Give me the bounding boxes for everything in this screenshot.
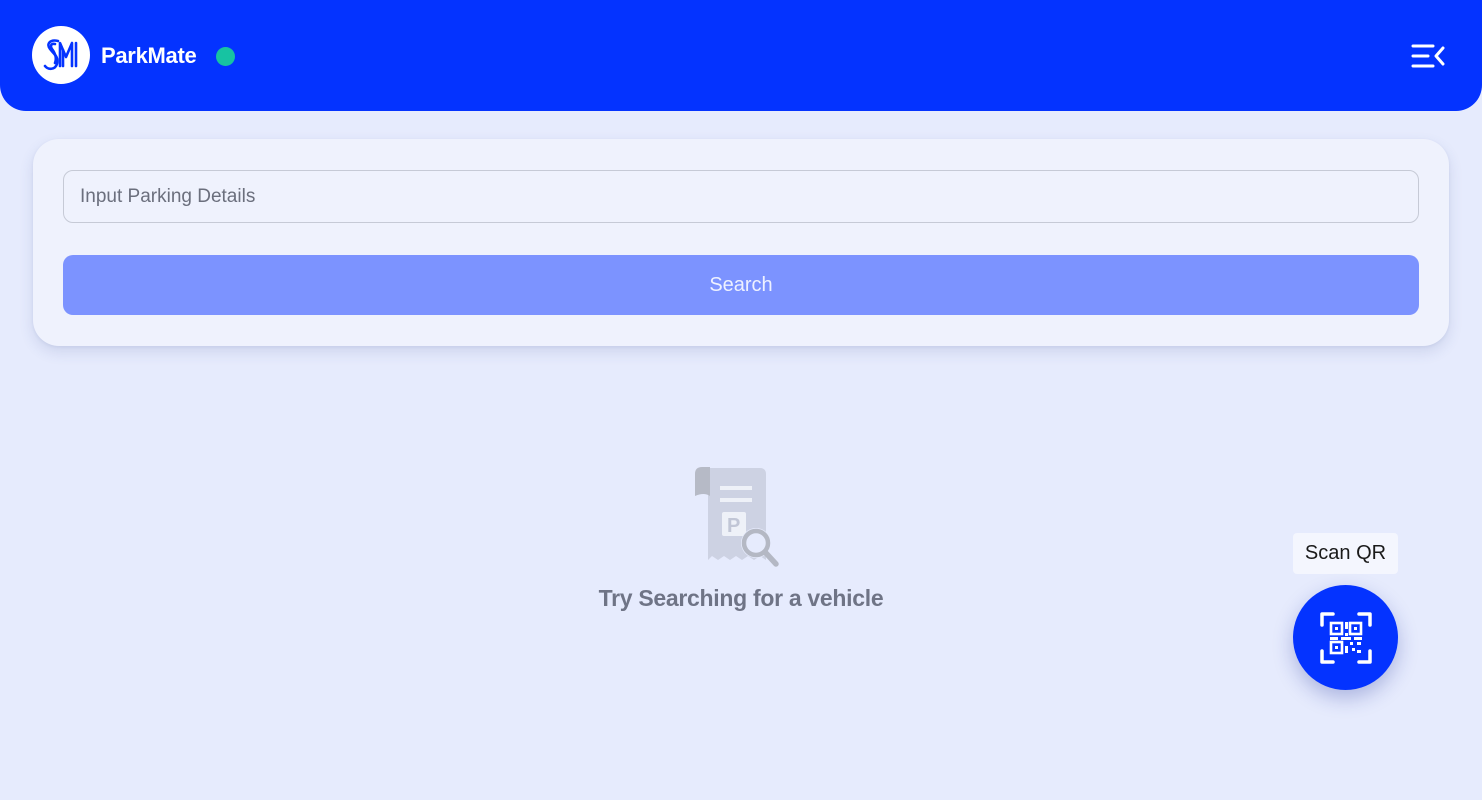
app-title: ParkMate: [101, 43, 197, 68]
svg-text:P: P: [727, 515, 740, 537]
search-button[interactable]: Search: [63, 255, 1419, 315]
collapse-menu-icon[interactable]: [1408, 38, 1448, 74]
qr-code-scan-icon: [1319, 611, 1372, 664]
online-status-indicator: [216, 47, 235, 66]
app-header: ParkMate: [0, 0, 1482, 111]
parking-details-input[interactable]: [63, 170, 1419, 223]
empty-state-message: Try Searching for a vehicle: [598, 585, 884, 611]
scan-qr-label: Scan QR: [1293, 533, 1398, 574]
sm-logo-icon: [32, 26, 90, 84]
search-card: Search: [33, 139, 1449, 346]
scan-qr-button[interactable]: [1293, 585, 1398, 690]
parking-receipt-search-icon: P: [690, 464, 786, 572]
